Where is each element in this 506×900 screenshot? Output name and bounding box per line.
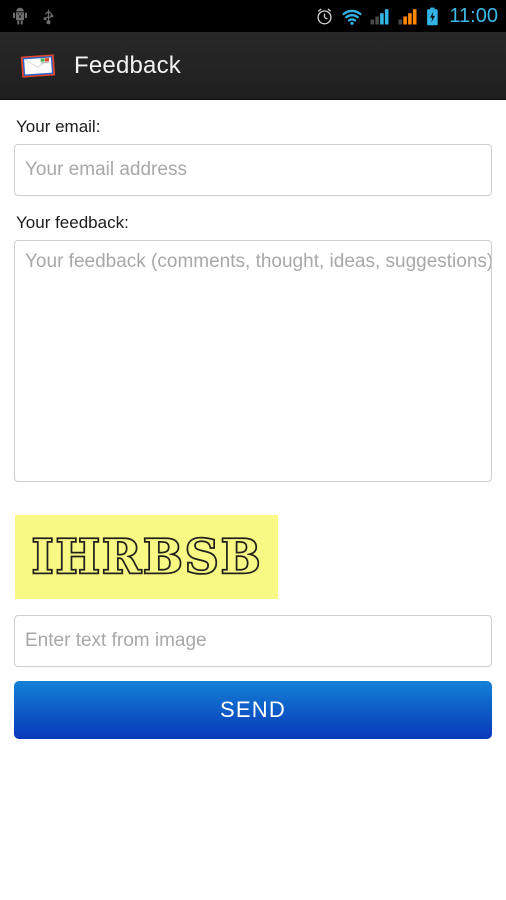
feedback-form: Your email: Your feedback: IHRBSB IHRBSB…	[0, 100, 506, 900]
feedback-textarea[interactable]	[14, 240, 492, 483]
battery-charging-icon	[426, 7, 439, 26]
captcha-input[interactable]	[14, 615, 492, 668]
status-bar[interactable]: 11:00	[0, 0, 506, 32]
send-button[interactable]: SEND	[14, 681, 492, 740]
action-bar: Feedback	[0, 32, 506, 100]
status-bar-left-icons	[12, 7, 55, 25]
status-bar-clock: 11:00	[449, 5, 498, 27]
email-input[interactable]	[14, 144, 492, 197]
status-bar-right-icons: 11:00	[315, 6, 498, 26]
email-label: Your email:	[16, 117, 101, 136]
envelope-mail-icon	[20, 53, 56, 79]
usb-icon	[42, 7, 55, 25]
signal-sim1-icon	[370, 8, 391, 25]
android-debug-icon	[12, 7, 28, 25]
captcha-letters-inline: IHRBSB	[31, 530, 262, 585]
alarm-clock-icon	[315, 7, 334, 26]
captcha-text-graphic: IHRBSB IHRBSB	[30, 529, 262, 587]
wifi-icon	[341, 8, 363, 25]
captcha-image[interactable]: IHRBSB IHRBSB	[15, 515, 278, 600]
signal-sim2-icon	[398, 8, 419, 25]
feedback-label: Your feedback:	[16, 213, 129, 233]
page-title: Feedback	[74, 51, 181, 79]
